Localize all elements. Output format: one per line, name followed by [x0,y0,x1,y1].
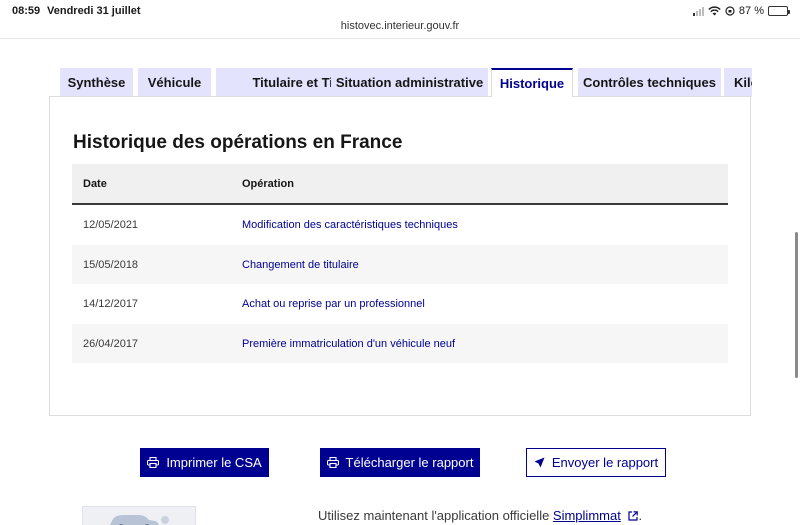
tab-historique[interactable]: Historique [491,68,573,97]
address-bar-divider [0,38,800,39]
scrollbar[interactable] [795,232,798,378]
history-panel: Historique des opérations en France Date… [49,96,751,416]
simplimmat-link[interactable]: Simplimmat [553,508,621,523]
row-date: 15/05/2018 [83,258,139,271]
row-date: 14/12/2017 [83,298,139,310]
table-row: 15/05/2018 Changement de titulaire [72,244,728,284]
footer-text: Utilisez maintenant l'application offici… [318,508,642,523]
download-report-button[interactable]: Télécharger le rapport [320,448,480,477]
send-icon [534,457,545,468]
wifi-icon [708,6,721,16]
status-bar: 08:59 Vendredi 31 juillet 87 % [0,0,800,22]
address-bar[interactable]: histovec.interieur.gouv.fr [0,20,800,32]
tab-synthese[interactable]: Synthèse [60,68,133,97]
footer-text-label: Utilisez maintenant l'application offici… [318,508,553,523]
row-operation: Achat ou reprise par un professionnel [242,298,425,310]
signal-icon [692,6,704,16]
table-row: 14/12/2017 Achat ou reprise par un profe… [72,284,728,324]
footer-suffix: . [638,508,643,523]
column-header-operation: Opération [242,178,294,190]
table-row: 12/05/2021 Modification des caractéristi… [72,205,728,245]
external-link-icon [628,511,639,521]
battery-percent: 87 % [738,5,764,17]
printer-icon [326,457,339,468]
row-operation: Première immatriculation d'un véhicule n… [242,337,456,350]
printer-icon [147,457,160,468]
download-report-label: Télécharger le rapport [345,455,474,470]
tab-kilometrage[interactable]: Kilo [724,68,752,97]
section-title: Historique des opérations en France [73,132,403,153]
print-csa-label: Imprimer le CSA [166,455,262,470]
tab-situation-administrative[interactable]: Situation administrative [331,68,488,97]
table-header: Date Opération [72,164,728,205]
send-report-button[interactable]: Envoyer le rapport [526,448,666,477]
row-date: 26/04/2017 [83,337,139,350]
row-date: 12/05/2021 [83,219,139,231]
tab-controles-techniques[interactable]: Contrôles techniques [578,68,721,97]
orientation-lock-icon [725,6,735,16]
column-header-date: Date [83,178,107,190]
battery-icon [768,6,790,16]
tab-bar: Synthèse Véhicule Titulaire et Titre Sit… [60,68,752,97]
clock: 08:59 [12,5,41,17]
table-row: 26/04/2017 Première immatriculation d'un… [72,323,728,363]
status-icons: 87 % [692,5,790,17]
send-report-label: Envoyer le rapport [551,455,659,470]
car-illustration [82,506,196,525]
history-table: Date Opération 12/05/2021 Modification d… [72,164,728,363]
row-operation: Modification des caractéristiques techni… [242,219,458,231]
print-csa-button[interactable]: Imprimer le CSA [140,448,269,477]
date: Vendredi 31 juillet [47,5,141,17]
row-operation: Changement de titulaire [242,258,359,271]
tab-vehicule[interactable]: Véhicule [138,68,211,97]
